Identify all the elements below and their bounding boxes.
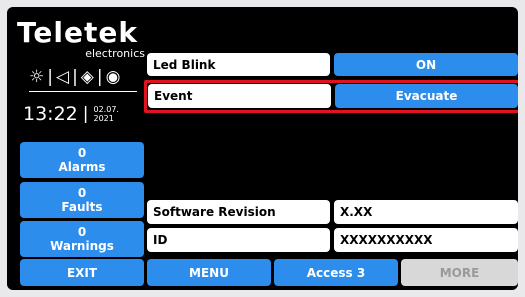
speaker-icon: ◁ [55,67,70,87]
divider: | [82,104,89,124]
brand-subtitle: electronics [85,47,145,60]
alarms-count: 0 [77,146,87,160]
faults-button[interactable]: 0 Faults [20,182,144,218]
alarms-label: Alarms [58,160,106,174]
brand-logo: Teletek [17,16,138,49]
clock-date: 02.07. 2021 [94,105,119,123]
event-value[interactable]: Evacuate [335,84,518,108]
clock-date-day: 02.07. [93,105,119,114]
led-blink-label: Led Blink [147,53,330,76]
fire-icon: ◈ [80,67,94,87]
panel-screen: Teletek electronics ☼ | ◁ | ◈ | ◉ 13:22 … [7,7,518,290]
lock-icon: ◉ [105,67,121,87]
clock: 13:22 | 02.07. 2021 [23,103,119,125]
sun-icon: ☼ [29,67,45,87]
menu-button[interactable]: MENU [147,259,271,286]
divider: | [72,67,78,87]
faults-label: Faults [61,200,103,214]
warnings-count: 0 [77,225,87,239]
software-revision-value: X.XX [334,200,518,224]
alarms-button[interactable]: 0 Alarms [20,142,144,178]
software-revision-label: Software Revision [147,200,330,224]
more-button[interactable]: MORE [401,259,518,286]
led-blink-value[interactable]: ON [334,53,518,76]
id-label: ID [147,228,330,252]
access-level-button[interactable]: Access 3 [274,259,398,286]
clock-time: 13:22 [23,103,78,125]
divider: | [96,67,103,87]
warnings-button[interactable]: 0 Warnings [20,221,144,257]
warnings-label: Warnings [50,239,114,253]
faults-count: 0 [77,186,87,200]
exit-button[interactable]: EXIT [20,259,144,286]
divider-line [29,91,137,92]
divider: | [47,67,53,87]
clock-date-year: 2021 [93,114,114,123]
id-value: XXXXXXXXXX [334,228,518,252]
status-icons: ☼ | ◁ | ◈ | ◉ [29,67,120,87]
event-label: Event [148,84,331,108]
